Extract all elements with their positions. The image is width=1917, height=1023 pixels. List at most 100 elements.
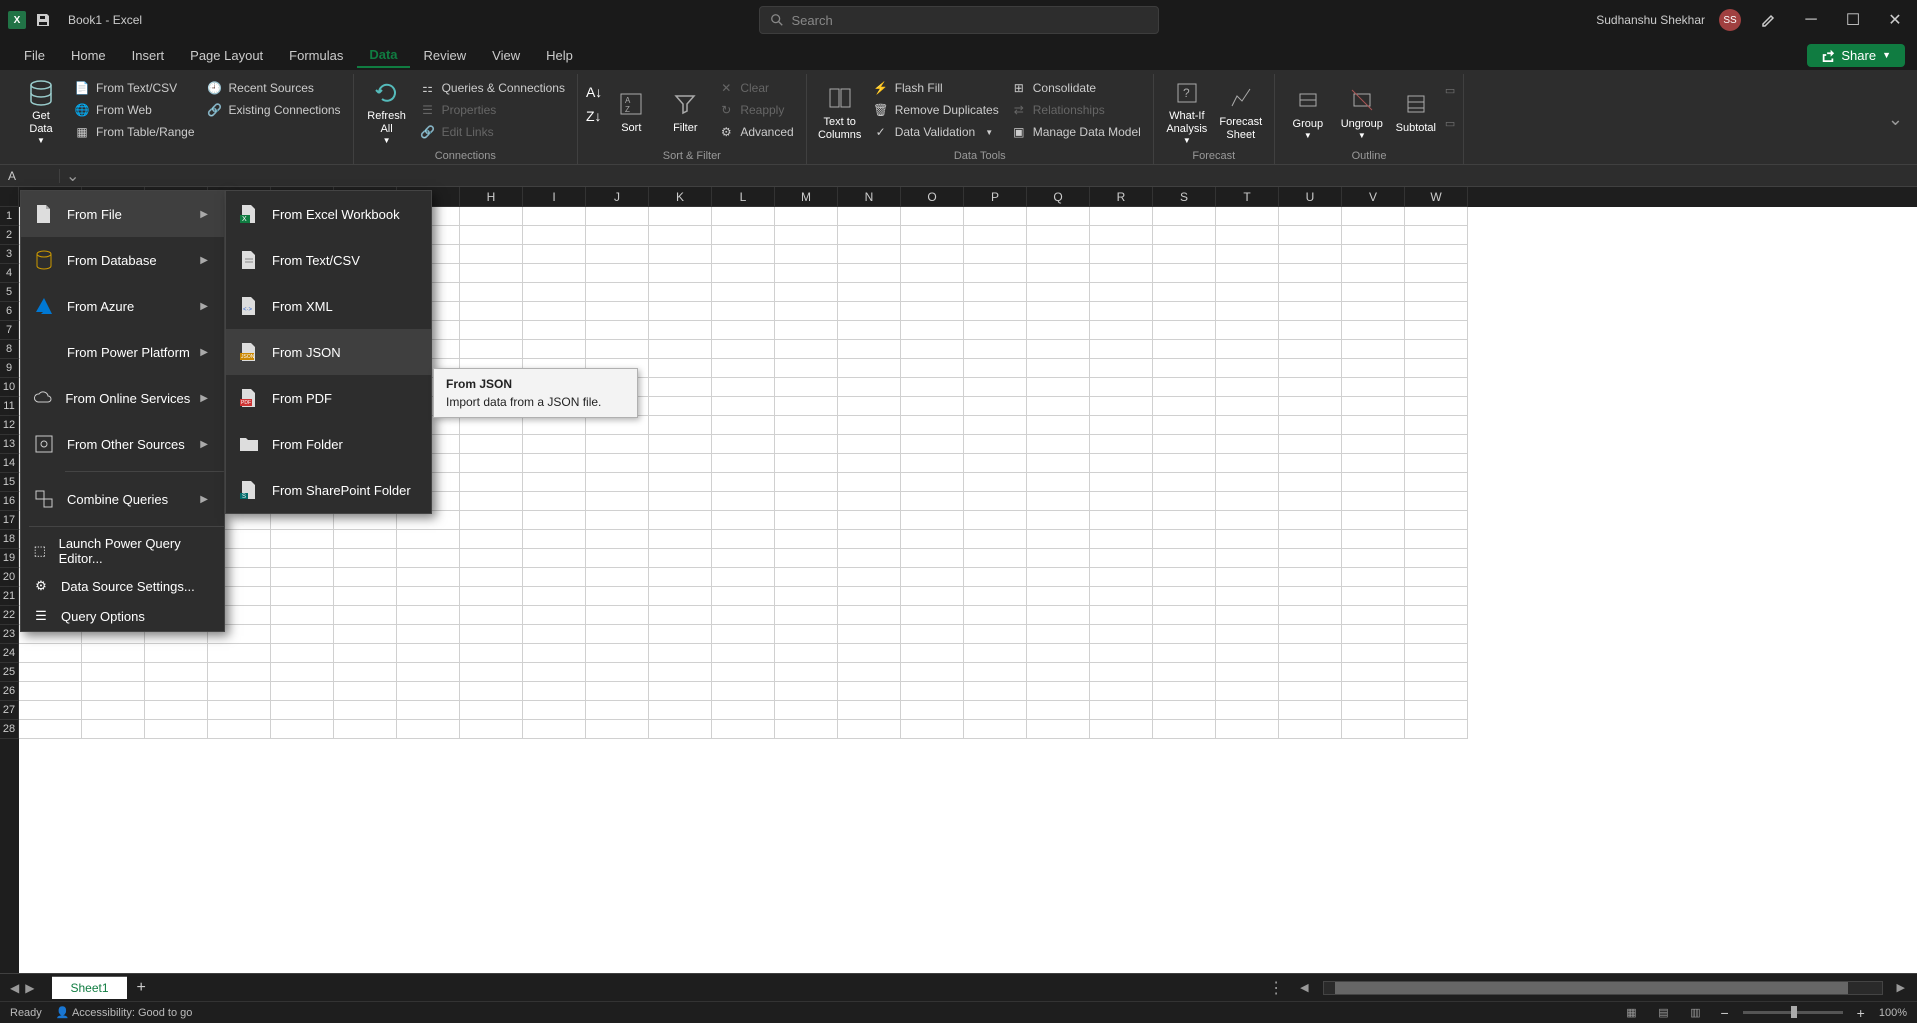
cell[interactable] xyxy=(19,701,82,720)
cell[interactable] xyxy=(334,701,397,720)
hscroll-left[interactable]: ◀ xyxy=(1296,981,1312,994)
cell[interactable] xyxy=(901,397,964,416)
cell[interactable] xyxy=(1342,549,1405,568)
cell[interactable] xyxy=(838,492,901,511)
cell[interactable] xyxy=(901,454,964,473)
sheet-prev-button[interactable]: ◀ xyxy=(10,981,19,995)
cell[interactable] xyxy=(712,340,775,359)
view-normal-button[interactable]: ▦ xyxy=(1620,1004,1642,1022)
cell[interactable] xyxy=(1342,663,1405,682)
cell[interactable] xyxy=(1342,530,1405,549)
cell[interactable] xyxy=(1153,644,1216,663)
cell[interactable] xyxy=(964,511,1027,530)
cell[interactable] xyxy=(1027,302,1090,321)
cell[interactable] xyxy=(1279,625,1342,644)
cell[interactable] xyxy=(1090,530,1153,549)
cell[interactable] xyxy=(901,701,964,720)
cell[interactable] xyxy=(712,568,775,587)
tab-view[interactable]: View xyxy=(480,44,532,67)
cell[interactable] xyxy=(1405,454,1468,473)
cell[interactable] xyxy=(1279,701,1342,720)
row-header[interactable]: 6 xyxy=(0,302,19,321)
cell[interactable] xyxy=(712,663,775,682)
cell[interactable] xyxy=(586,701,649,720)
add-sheet-button[interactable]: + xyxy=(127,975,156,1001)
menu-from-other-sources[interactable]: From Other Sources ▶ xyxy=(21,421,224,467)
cell[interactable] xyxy=(901,245,964,264)
cell[interactable] xyxy=(523,701,586,720)
cell[interactable] xyxy=(1279,321,1342,340)
cell[interactable] xyxy=(460,663,523,682)
cell[interactable] xyxy=(1405,492,1468,511)
cell[interactable] xyxy=(964,378,1027,397)
ribbon-expand-icon[interactable]: ⌄ xyxy=(1882,109,1909,130)
cell[interactable] xyxy=(964,264,1027,283)
cell[interactable] xyxy=(1027,264,1090,283)
cell[interactable] xyxy=(1279,359,1342,378)
cell[interactable] xyxy=(712,283,775,302)
cell[interactable] xyxy=(838,226,901,245)
cell[interactable] xyxy=(838,378,901,397)
cell[interactable] xyxy=(1153,340,1216,359)
cell[interactable] xyxy=(1216,378,1279,397)
column-header[interactable]: Q xyxy=(1027,187,1090,207)
cell[interactable] xyxy=(1090,511,1153,530)
cell[interactable] xyxy=(712,606,775,625)
cell[interactable] xyxy=(523,644,586,663)
cell[interactable] xyxy=(964,340,1027,359)
cell[interactable] xyxy=(964,245,1027,264)
cell[interactable] xyxy=(775,568,838,587)
cell[interactable] xyxy=(460,207,523,226)
cell[interactable] xyxy=(775,549,838,568)
cell[interactable] xyxy=(712,701,775,720)
cell[interactable] xyxy=(775,302,838,321)
cell[interactable] xyxy=(460,682,523,701)
cell[interactable] xyxy=(838,606,901,625)
cell[interactable] xyxy=(775,511,838,530)
cell[interactable] xyxy=(208,644,271,663)
cell[interactable] xyxy=(523,587,586,606)
cell[interactable] xyxy=(1090,378,1153,397)
cell[interactable] xyxy=(1090,587,1153,606)
cell[interactable] xyxy=(586,625,649,644)
cell[interactable] xyxy=(1405,283,1468,302)
cell[interactable] xyxy=(19,720,82,739)
cell[interactable] xyxy=(775,283,838,302)
cell[interactable] xyxy=(1090,207,1153,226)
cell[interactable] xyxy=(1279,416,1342,435)
cell[interactable] xyxy=(1027,511,1090,530)
cell[interactable] xyxy=(775,587,838,606)
cell[interactable] xyxy=(1342,473,1405,492)
cell[interactable] xyxy=(901,682,964,701)
cell[interactable] xyxy=(901,359,964,378)
cell[interactable] xyxy=(775,720,838,739)
cell[interactable] xyxy=(1027,473,1090,492)
cell[interactable] xyxy=(649,454,712,473)
cell[interactable] xyxy=(649,549,712,568)
cell[interactable] xyxy=(460,587,523,606)
cell[interactable] xyxy=(1216,416,1279,435)
cell[interactable] xyxy=(964,302,1027,321)
cell[interactable] xyxy=(523,435,586,454)
cell[interactable] xyxy=(523,416,586,435)
cell[interactable] xyxy=(208,701,271,720)
cell[interactable] xyxy=(1027,359,1090,378)
cell[interactable] xyxy=(586,321,649,340)
cell[interactable] xyxy=(1027,644,1090,663)
cell[interactable] xyxy=(1216,359,1279,378)
cell[interactable] xyxy=(523,492,586,511)
cell[interactable] xyxy=(1405,511,1468,530)
cell[interactable] xyxy=(1090,473,1153,492)
close-button[interactable]: ✕ xyxy=(1881,6,1909,34)
cell[interactable] xyxy=(460,302,523,321)
cell[interactable] xyxy=(1027,682,1090,701)
cell[interactable] xyxy=(460,492,523,511)
cell[interactable] xyxy=(1153,701,1216,720)
menu-data-source-settings[interactable]: ⚙ Data Source Settings... xyxy=(21,571,224,601)
cell[interactable] xyxy=(1153,530,1216,549)
cell[interactable] xyxy=(1279,454,1342,473)
manage-data-model[interactable]: ▣Manage Data Model xyxy=(1007,122,1145,142)
cell[interactable] xyxy=(586,492,649,511)
cell[interactable] xyxy=(1405,644,1468,663)
cell[interactable] xyxy=(964,207,1027,226)
